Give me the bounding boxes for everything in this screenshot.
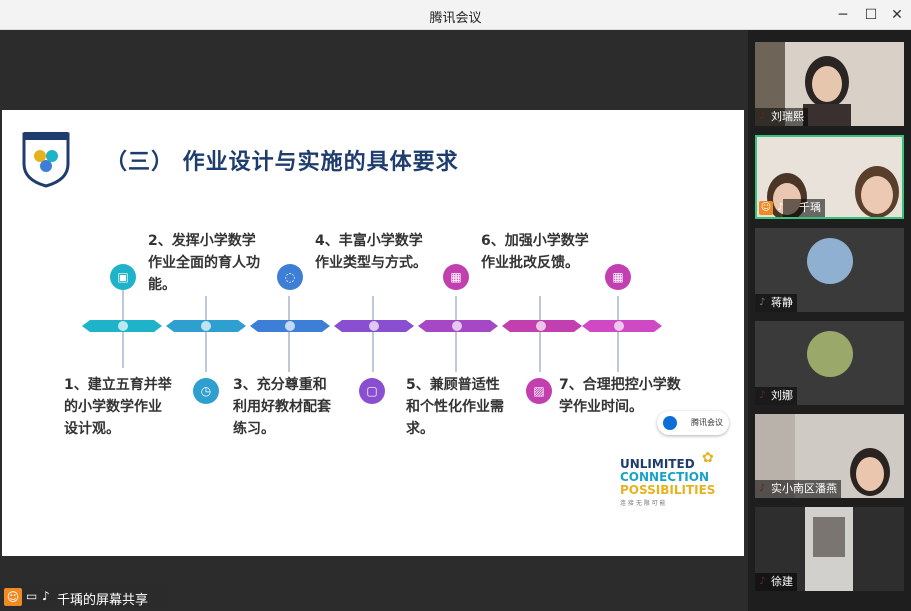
avatar xyxy=(807,238,853,284)
step-4-text: 4、丰富小学数学 作业类型与方式。 xyxy=(315,230,427,274)
minimize-icon[interactable]: ─ xyxy=(832,4,854,26)
image-icon: ▨ xyxy=(526,378,552,404)
step-5-line: 和个性化作业需 xyxy=(406,399,504,415)
brand-line-4: 连 接 无 限 可 能 xyxy=(620,500,666,507)
connector-4 xyxy=(372,296,374,372)
meeting-float-button[interactable]: 腾讯会议 xyxy=(657,411,729,435)
connector-7 xyxy=(617,296,619,372)
step-3-line: 利用好教材配套 xyxy=(233,399,331,415)
step-4-line: 作业类型与方式。 xyxy=(315,255,427,271)
participant-name: 刘娜 xyxy=(755,387,797,405)
participant-name: 刘瑞熙 xyxy=(755,108,808,126)
calendar-icon: ▦ xyxy=(605,264,631,290)
microphone-icon: ♪ xyxy=(42,589,50,603)
connector-2 xyxy=(205,296,207,372)
timeline-arrows xyxy=(82,320,662,332)
step-4-line: 4、丰富小学数学 xyxy=(315,233,423,249)
school-logo-icon xyxy=(22,132,70,188)
participant-tile[interactable]: ♪ 徐建 xyxy=(755,507,904,591)
connector-6 xyxy=(539,296,541,372)
step-1-line: 1、建立五育并举 xyxy=(64,377,172,393)
brand-slogan: UNLIMITED CONNECTION POSSIBILITIES 连 接 无… xyxy=(620,458,715,510)
step-2-line: 能。 xyxy=(148,277,176,293)
calendar-icon: ▦ xyxy=(443,264,469,290)
window-title: 腾讯会议 xyxy=(429,11,482,26)
chat-bubble-icon: ◌ xyxy=(277,264,303,290)
step-5-line: 求。 xyxy=(406,421,434,437)
participant-tile[interactable]: ♪ 蒋静 xyxy=(755,228,904,312)
participant-tile[interactable]: ♪ 刘瑞熙 xyxy=(755,42,904,126)
share-status-text: 千瑀的屏幕共享 xyxy=(57,593,149,608)
participants-panel: ♪ 刘瑞熙 ☺ ♪ 千瑀 ♪ 蒋静 ♪ 刘娜 xyxy=(748,30,911,611)
step-5-line: 5、兼顾普适性 xyxy=(406,377,500,393)
step-1-text: 1、建立五育并举 的小学数学作业 设计观。 xyxy=(64,374,172,440)
step-1-line: 设计观。 xyxy=(64,421,120,437)
avatar xyxy=(807,331,853,377)
step-3-text: 3、充分尊重和 利用好教材配套 练习。 xyxy=(233,374,331,440)
user-icon: ☺ xyxy=(4,588,22,606)
shopping-bag-icon: ▢ xyxy=(359,378,385,404)
participant-name: 千瑀 xyxy=(783,199,825,217)
step-2-line: 2、发挥小学数学 xyxy=(148,233,256,249)
step-2-line: 作业全面的育人功 xyxy=(148,255,260,271)
close-icon[interactable]: ✕ xyxy=(886,4,908,26)
participant-name: 蒋静 xyxy=(755,294,797,312)
step-3-line: 练习。 xyxy=(233,421,275,437)
shared-slide: （三） 作业设计与实施的具体要求 2、发挥小学数学 作业全面的育人功 能。 4、… xyxy=(2,110,744,556)
screen-share-status[interactable]: ☺ ▭ ♪ 千瑀的屏幕共享 xyxy=(0,586,168,608)
title-bar: 腾讯会议 ─ ☐ ✕ xyxy=(0,0,911,30)
slide-title: （三） 作业设计与实施的具体要求 xyxy=(105,150,459,175)
step-3-line: 3、充分尊重和 xyxy=(233,377,327,393)
shared-screen-area: （三） 作业设计与实施的具体要求 2、发挥小学数学 作业全面的育人功 能。 4、… xyxy=(0,30,746,611)
tencent-meeting-icon xyxy=(663,416,677,430)
step-7-line: 7、合理把控小学数 xyxy=(559,377,681,393)
step-6-line: 作业批改反馈。 xyxy=(481,255,579,271)
participant-tile[interactable]: ♪ 刘娜 xyxy=(755,321,904,405)
participant-name: 实小南区潘燕 xyxy=(755,480,841,498)
brand-line-3: POSSIBILITIES xyxy=(620,483,716,497)
step-1-line: 的小学数学作业 xyxy=(64,399,162,415)
briefcase-icon: ▣ xyxy=(110,264,136,290)
step-6-text: 6、加强小学数学 作业批改反馈。 xyxy=(481,230,589,274)
meeting-window: 腾讯会议 ─ ☐ ✕ （三） 作业设计与实施的具体要求 2、发挥小学数学 作业全… xyxy=(0,0,911,611)
connector-3 xyxy=(288,296,290,372)
clock-icon: ◷ xyxy=(193,378,219,404)
float-button-label: 腾讯会议 xyxy=(691,418,723,427)
screen-share-icon: ▭ xyxy=(26,589,38,603)
participant-tile-active[interactable]: ☺ ♪ 千瑀 xyxy=(755,135,904,219)
step-5-text: 5、兼顾普适性 和个性化作业需 求。 xyxy=(406,374,504,440)
step-6-line: 6、加强小学数学 xyxy=(481,233,589,249)
participant-name: 徐建 xyxy=(755,573,797,591)
user-icon: ☺ xyxy=(759,201,773,215)
participant-tile[interactable]: ♪ 实小南区潘燕 xyxy=(755,414,904,498)
maximize-icon[interactable]: ☐ xyxy=(860,4,882,26)
connector-5 xyxy=(455,296,457,372)
step-2-text: 2、发挥小学数学 作业全面的育人功 能。 xyxy=(148,230,260,296)
